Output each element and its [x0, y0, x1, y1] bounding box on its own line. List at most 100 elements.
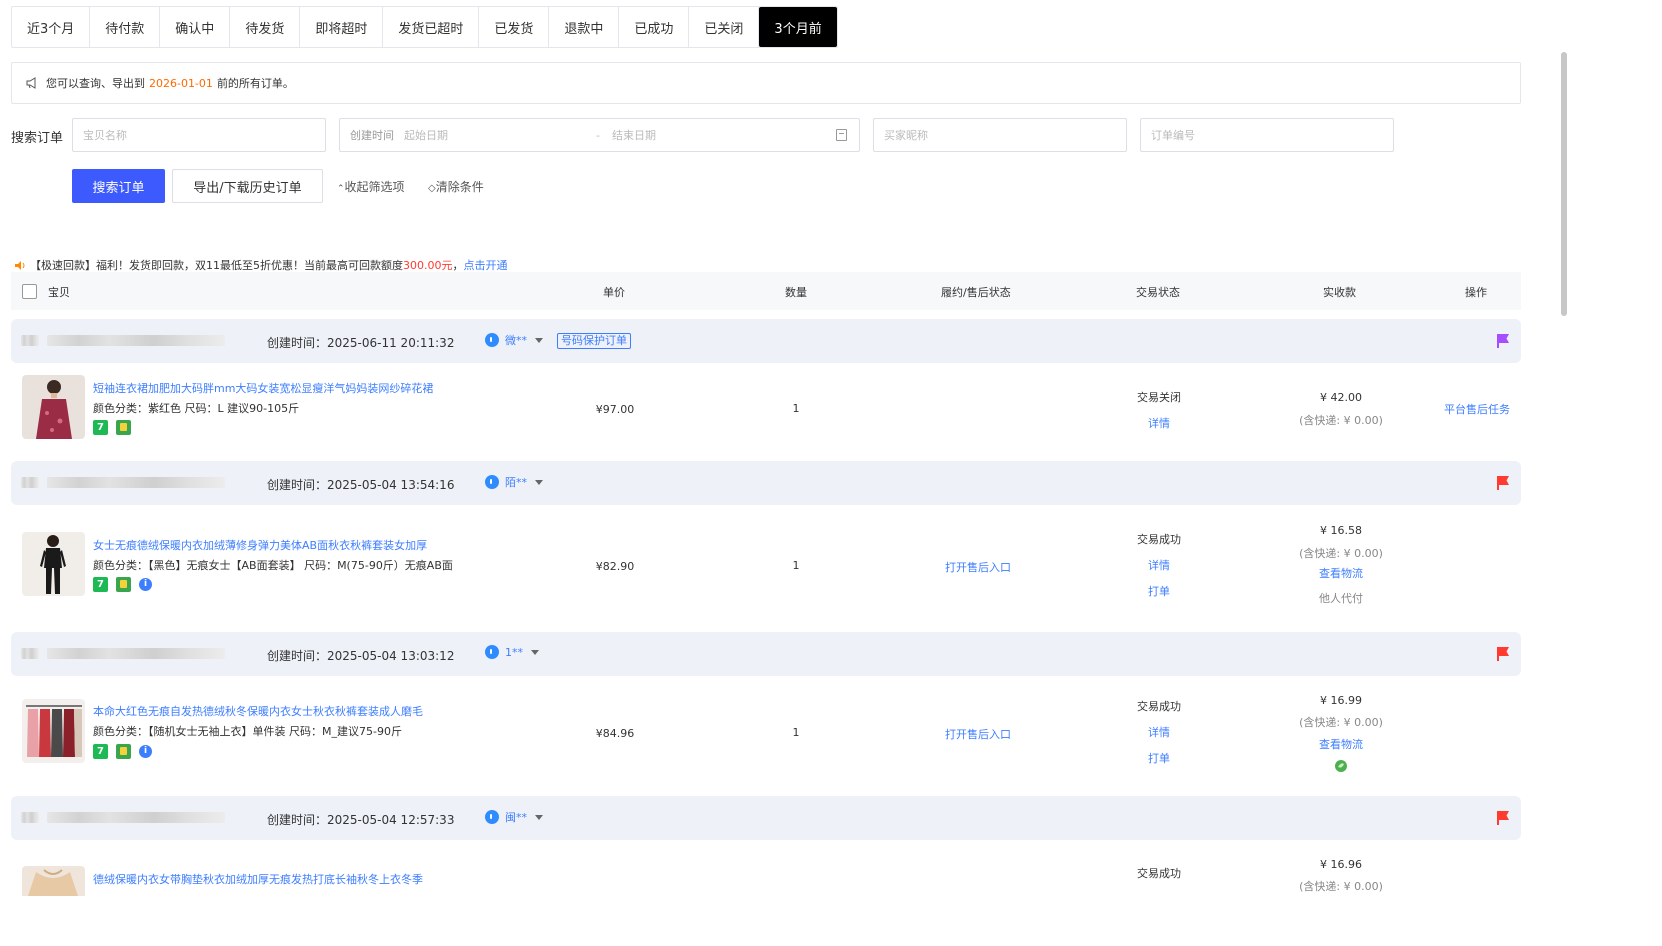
promo-text: 【极速回款】福利！发货即回款，双11最低至5折优惠！当前最高可回款额度: [30, 259, 403, 272]
guarantee-icon: [116, 577, 131, 592]
buyer-nickname[interactable]: 陌**: [505, 474, 527, 490]
created-time-label: 创建时间: [350, 129, 394, 142]
detail-link[interactable]: 详情: [1148, 557, 1170, 573]
blurred-order-number: [47, 812, 225, 823]
product-title-link[interactable]: 女士无痕德绒保暖内衣加绒薄修身弹力美体AB面秋衣秋裤套装女加厚: [93, 537, 427, 553]
product-title-link[interactable]: 本命大红色无痕自发热德绒秋冬保暖内衣女士秋衣秋裤套装成人磨毛: [93, 703, 423, 719]
filter-icon[interactable]: [535, 814, 543, 820]
guarantee-icon: [116, 420, 131, 435]
thermal-underwear-image: [22, 532, 85, 596]
product-sku: 颜色分类：【黑色】无痕女士【AB面套装】 尺码：M(75-90斤）无痕AB面: [93, 559, 453, 572]
tab-recent-3-months[interactable]: 近3个月: [12, 7, 91, 47]
tab-succeeded[interactable]: 已成功: [619, 7, 690, 47]
created-time-range-input[interactable]: 创建时间 起始日期 - 结束日期: [339, 118, 860, 152]
flag-icon[interactable]: [1497, 647, 1509, 661]
product-title-link[interactable]: 德绒保暖内衣女带胸垫秋衣加绒加厚无痕发热打底长袖秋冬上衣冬季: [93, 871, 423, 887]
quantity: 1: [792, 559, 800, 572]
trade-status: 交易成功: [1137, 533, 1181, 546]
product-thumbnail[interactable]: [22, 866, 85, 896]
col-price: 单价: [603, 286, 625, 299]
info-icon[interactable]: i: [139, 578, 152, 591]
product-sku: 颜色分类：紫红色 尺码：L 建议90-105斤: [93, 402, 300, 415]
blurred-checkbox: [21, 648, 39, 659]
tab-shipping-overdue[interactable]: 发货已超时: [383, 7, 480, 47]
unit-price: ¥97.00: [595, 403, 635, 416]
detail-link[interactable]: 详情: [1148, 724, 1170, 740]
print-order-link[interactable]: 打单: [1148, 750, 1170, 766]
wangwang-chat-icon[interactable]: [485, 810, 499, 824]
tab-about-to-timeout[interactable]: 即将超时: [300, 7, 384, 47]
tab-closed[interactable]: 已关闭: [689, 7, 760, 47]
clear-conditions-link[interactable]: ◇清除条件: [428, 178, 484, 195]
order-status-tabs: 近3个月 待付款 确认中 待发货 即将超时 发货已超时 已发货 退款中 已成功 …: [11, 6, 838, 48]
item-name-input[interactable]: 宝贝名称: [72, 118, 326, 152]
platform-aftersale-task-link[interactable]: 平台售后任务: [1444, 401, 1510, 417]
buyer-nickname[interactable]: 1**: [505, 646, 523, 659]
filter-icon[interactable]: [531, 649, 539, 655]
blurred-checkbox: [21, 335, 39, 346]
seven-day-return-icon: 7: [93, 577, 108, 592]
filter-icon[interactable]: [535, 337, 543, 343]
clear-conditions-label: 清除条件: [435, 180, 484, 194]
seven-day-return-icon: 7: [93, 420, 108, 435]
speaker-icon: [15, 260, 25, 270]
open-aftersale-link[interactable]: 打开售后入口: [945, 559, 1011, 575]
export-history-button[interactable]: 导出/下载历史订单: [172, 169, 323, 203]
flag-icon[interactable]: [1497, 334, 1509, 348]
order-number-placeholder: 订单编号: [1151, 129, 1195, 142]
page-scrollbar[interactable]: [1561, 52, 1567, 316]
buyer-info[interactable]: 陌**: [485, 474, 543, 490]
wangwang-chat-icon[interactable]: [485, 333, 499, 347]
product-thumbnail[interactable]: [22, 375, 85, 439]
calendar-icon[interactable]: [836, 129, 847, 141]
paid-by-others-label: 他人代付: [1319, 592, 1363, 605]
tank-tops-image: [22, 699, 85, 763]
tab-shipped[interactable]: 已发货: [479, 7, 550, 47]
beige-top-image: [22, 866, 85, 896]
view-logistics-link[interactable]: 查看物流: [1319, 736, 1363, 752]
product-thumbnail[interactable]: [22, 532, 85, 596]
product-thumbnail[interactable]: [22, 699, 85, 763]
wangwang-chat-icon[interactable]: [485, 475, 499, 489]
tab-pending-payment[interactable]: 待付款: [90, 7, 161, 47]
tab-confirming[interactable]: 确认中: [160, 7, 231, 47]
seven-day-return-icon: 7: [93, 744, 108, 759]
buyer-info[interactable]: 微**: [485, 332, 543, 348]
shipping-fee: (含快递: ¥ 0.00): [1299, 716, 1383, 729]
detail-link[interactable]: 详情: [1148, 415, 1170, 431]
flag-icon[interactable]: [1497, 811, 1509, 825]
wangwang-chat-icon[interactable]: [485, 645, 499, 659]
open-aftersale-link[interactable]: 打开售后入口: [945, 726, 1011, 742]
col-aftersale: 履约/售后状态: [941, 286, 1011, 299]
promo-amount: 300.00元: [403, 259, 453, 272]
search-orders-button[interactable]: 搜索订单: [72, 169, 165, 203]
filter-icon[interactable]: [535, 479, 543, 485]
buyer-nickname[interactable]: 微**: [505, 332, 527, 348]
tab-to-ship[interactable]: 待发货: [230, 7, 301, 47]
guarantee-icon: [116, 744, 131, 759]
select-all-checkbox[interactable]: [22, 284, 37, 299]
buyer-nickname-input[interactable]: 买家昵称: [873, 118, 1127, 152]
tab-3-months-ago[interactable]: 3个月前: [759, 7, 837, 47]
promo-open-link[interactable]: 点击开通: [464, 257, 508, 273]
chevron-up-icon: ⌃: [337, 184, 345, 194]
product-title-link[interactable]: 短袖连衣裙加肥加大码胖mm大码女装宽松显瘦洋气妈妈装网纱碎花裙: [93, 380, 433, 396]
buyer-info[interactable]: 1**: [485, 645, 539, 659]
start-date-placeholder[interactable]: 起始日期: [404, 127, 584, 143]
view-logistics-link[interactable]: 查看物流: [1319, 565, 1363, 581]
print-order-link[interactable]: 打单: [1148, 583, 1170, 599]
end-date-placeholder[interactable]: 结束日期: [612, 127, 656, 143]
trade-status: 交易成功: [1137, 867, 1181, 880]
tab-refunding[interactable]: 退款中: [549, 7, 620, 47]
info-icon[interactable]: i: [139, 745, 152, 758]
collapse-filters-label: 收起筛选项: [344, 180, 405, 194]
paid-amount: ¥ 16.99: [1320, 694, 1362, 707]
date-range-separator: -: [596, 128, 600, 142]
flag-icon[interactable]: [1497, 476, 1509, 490]
notice-suffix: 前的所有订单。: [216, 77, 294, 90]
item-name-placeholder: 宝贝名称: [83, 129, 127, 142]
collapse-filters-link[interactable]: ⌃收起筛选项: [337, 178, 405, 195]
buyer-info[interactable]: 闽**: [485, 809, 543, 825]
order-number-input[interactable]: 订单编号: [1140, 118, 1394, 152]
buyer-nickname[interactable]: 闽**: [505, 809, 527, 825]
